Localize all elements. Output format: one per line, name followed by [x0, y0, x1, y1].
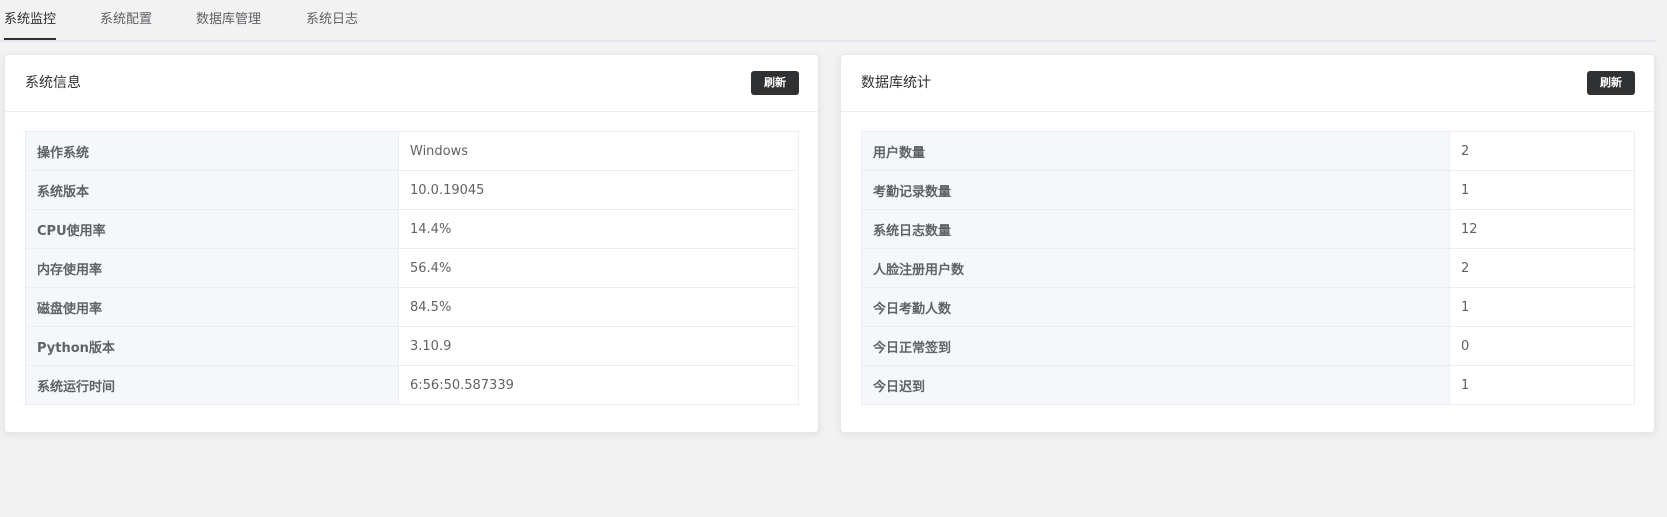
table-row: 系统版本 10.0.19045 [25, 170, 799, 210]
row-value: 2 [1449, 248, 1635, 288]
table-row: CPU使用率 14.4% [25, 209, 799, 249]
table-row: 操作系统 Windows [25, 131, 799, 171]
row-label: 用户数量 [861, 131, 1450, 171]
row-value: 14.4% [398, 209, 799, 249]
row-value: 10.0.19045 [398, 170, 799, 210]
table-row: 磁盘使用率 84.5% [25, 287, 799, 327]
row-value: 12 [1449, 209, 1635, 249]
db-stats-title: 数据库统计 [861, 75, 931, 91]
row-label: 内存使用率 [25, 248, 399, 288]
row-value: Windows [398, 131, 799, 171]
row-label: 考勤记录数量 [861, 170, 1450, 210]
db-stats-card: 数据库统计 刷新 用户数量 2 考勤记录数量 1 系统日志数量 12 人脸注册用… [840, 54, 1655, 433]
db-stats-refresh-button[interactable]: 刷新 [1587, 71, 1635, 95]
row-value: 0 [1449, 326, 1635, 366]
tab-bar: 系统监控 系统配置 数据库管理 系统日志 [0, 0, 1657, 42]
system-info-title: 系统信息 [25, 75, 81, 91]
row-value: 1 [1449, 365, 1635, 405]
system-info-refresh-button[interactable]: 刷新 [751, 71, 799, 95]
table-row: 系统运行时间 6:56:50.587339 [25, 365, 799, 405]
tab-system-monitor[interactable]: 系统监控 [4, 12, 57, 40]
table-row: 今日考勤人数 1 [861, 287, 1635, 327]
row-label: 操作系统 [25, 131, 399, 171]
row-value: 3.10.9 [398, 326, 799, 366]
system-info-table: 操作系统 Windows 系统版本 10.0.19045 CPU使用率 14.4… [25, 131, 799, 405]
row-label: 系统日志数量 [861, 209, 1450, 249]
table-row: 人脸注册用户数 2 [861, 248, 1635, 288]
tab-database-management[interactable]: 数据库管理 [196, 12, 261, 38]
table-row: Python版本 3.10.9 [25, 326, 799, 366]
row-value: 6:56:50.587339 [398, 365, 799, 405]
row-value: 84.5% [398, 287, 799, 327]
tab-system-config[interactable]: 系统配置 [100, 12, 152, 38]
row-value: 2 [1449, 131, 1635, 171]
row-label: 今日考勤人数 [861, 287, 1450, 327]
db-stats-card-header: 数据库统计 刷新 [841, 55, 1654, 112]
row-label: 人脸注册用户数 [861, 248, 1450, 288]
row-label: 系统版本 [25, 170, 399, 210]
table-row: 今日正常签到 0 [861, 326, 1635, 366]
table-row: 用户数量 2 [861, 131, 1635, 171]
row-value: 1 [1449, 170, 1635, 210]
tab-system-logs[interactable]: 系统日志 [306, 12, 358, 38]
db-stats-table: 用户数量 2 考勤记录数量 1 系统日志数量 12 人脸注册用户数 2 今日考勤… [861, 131, 1635, 405]
row-label: 磁盘使用率 [25, 287, 399, 327]
table-row: 考勤记录数量 1 [861, 170, 1635, 210]
table-row: 内存使用率 56.4% [25, 248, 799, 288]
system-info-card: 系统信息 刷新 操作系统 Windows 系统版本 10.0.19045 CPU… [4, 54, 819, 433]
table-row: 系统日志数量 12 [861, 209, 1635, 249]
system-info-card-header: 系统信息 刷新 [5, 55, 818, 112]
row-label: 今日迟到 [861, 365, 1450, 405]
row-label: 今日正常签到 [861, 326, 1450, 366]
row-label: CPU使用率 [25, 209, 399, 249]
row-label: Python版本 [25, 326, 399, 366]
row-label: 系统运行时间 [25, 365, 399, 405]
row-value: 56.4% [398, 248, 799, 288]
row-value: 1 [1449, 287, 1635, 327]
table-row: 今日迟到 1 [861, 365, 1635, 405]
